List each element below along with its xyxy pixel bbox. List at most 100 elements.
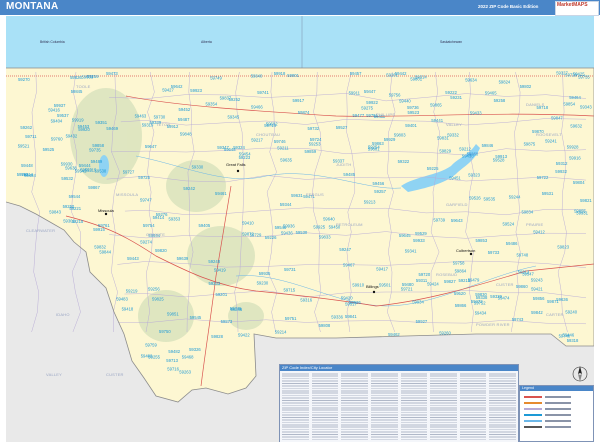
legend-swatch: [524, 414, 542, 416]
zip-code-label: 59728: [565, 72, 577, 77]
zip-code-label: 59827: [444, 279, 456, 284]
index-column: [370, 373, 398, 441]
zip-code-label: 59919: [72, 117, 84, 122]
zip-code-label: 59468: [182, 355, 194, 360]
legend-swatch: [524, 402, 542, 404]
zip-code-label: 59412: [533, 229, 545, 234]
index-column: [459, 373, 487, 441]
zip-code-label: 59256: [148, 287, 160, 292]
zip-code-label: 59341: [405, 249, 417, 254]
zip-code-label: 59460: [141, 354, 153, 359]
zip-code-label: 59330: [192, 164, 204, 169]
zip-code-label: 59447: [364, 89, 376, 94]
logo-text: MarketMAPS: [557, 2, 588, 8]
map-title: MONTANA: [6, 1, 59, 12]
zip-code-label: 59837: [220, 95, 232, 100]
zip-code-label: 59523: [408, 110, 420, 115]
zip-code-label: 59469: [106, 126, 118, 131]
zip-code-label: 59640: [323, 216, 335, 221]
zip-code-label: 59647: [145, 144, 157, 149]
zip-code-label: 59634: [465, 77, 477, 82]
zip-code-label: 59631: [291, 193, 303, 198]
zip-code-label: 59451: [449, 175, 461, 180]
zip-code-label: 59747: [140, 198, 152, 203]
zip-code-label: 59873: [221, 319, 233, 324]
zip-code-label: 59432: [66, 134, 78, 139]
zip-code-label: 59601: [368, 146, 380, 151]
zip-code-label: 59243: [531, 277, 543, 282]
province-label: Alberta: [201, 40, 212, 44]
zip-code-label: 59866: [455, 303, 467, 308]
legend-text: [545, 426, 571, 428]
zip-code-label: 59433: [470, 110, 482, 115]
zip-code-label: 59745: [230, 306, 242, 311]
zip-code-label: 59545: [190, 315, 202, 320]
zip-code-label: 59443: [127, 256, 139, 261]
zip-code-label: 59418: [122, 307, 134, 312]
zip-code-label: 59642: [171, 84, 183, 89]
zip-code-label: 59731: [284, 267, 296, 272]
county-label: DANIELS: [526, 102, 545, 107]
zip-code-label: 59931: [576, 211, 588, 216]
zip-code-label: 59442: [395, 71, 407, 76]
zip-code-label: 59871: [547, 299, 559, 304]
zip-code-label: 59473: [106, 71, 118, 76]
index-title: ZIP Code Index/City Locator: [280, 365, 518, 371]
zip-code-label: 59928: [567, 145, 579, 150]
zip-code-label: 59858: [92, 143, 104, 148]
zip-code-label: 59230: [257, 280, 269, 285]
zip-code-label: 59316: [300, 298, 312, 303]
zip-code-label: 59750: [159, 329, 171, 334]
zip-code-label: 59257: [374, 189, 386, 194]
zip-code-label: 59336: [331, 315, 343, 320]
zip-code-label: 59527: [336, 125, 348, 130]
north-arrow-icon: [572, 366, 588, 382]
map-frame: MONTANA 2022 ZIP Code Basic Edition Mark…: [0, 0, 600, 442]
zip-code-label: 59803: [394, 132, 406, 137]
zip-code-label: 59826: [70, 75, 82, 80]
zip-code-label: 59910: [352, 282, 364, 287]
zip-code-label: 59853: [476, 238, 488, 243]
zip-code-label: 59326: [189, 347, 201, 352]
publisher-logo: MarketMAPS: [555, 1, 599, 16]
county-label: ROOSEVELT: [536, 132, 562, 137]
legend-text: [545, 408, 571, 410]
zip-code-label: 59401: [405, 123, 417, 128]
zip-code-label: 59848: [180, 132, 192, 137]
zip-code-label: 59214: [275, 330, 287, 335]
zip-code-label: 59752: [474, 300, 486, 305]
zip-code-label: 59741: [257, 90, 269, 95]
zip-code-label: 59860: [516, 284, 528, 289]
city-dot: [236, 169, 240, 173]
zip-code-label: 59544: [69, 194, 81, 199]
zip-code-label: 59241: [545, 139, 557, 144]
zip-code-label: 59755: [578, 75, 590, 80]
zip-code-label: 59479: [468, 278, 480, 283]
zip-code-label: 59843: [49, 210, 61, 215]
zip-code-label: 59914: [21, 172, 33, 177]
zip-code-label: 59754: [143, 223, 155, 228]
zip-code-label: 59351: [95, 120, 107, 125]
zip-code-label: 59275: [361, 106, 373, 111]
zip-code-label: 59725: [138, 175, 150, 180]
city-label-culbertson: Culbertson: [456, 248, 475, 253]
zip-code-label: 59520: [454, 291, 466, 296]
zip-code-label: 59311: [416, 278, 428, 283]
zip-code-label: 59851: [167, 312, 179, 317]
edition-label: 2022 ZIP Code Basic Edition: [478, 4, 539, 9]
zip-code-label: 59715: [284, 288, 296, 293]
zip-code-label: 59489: [91, 159, 103, 164]
county-label: PETROLEUM: [336, 222, 363, 227]
county-label: TOOLE: [76, 84, 91, 89]
zip-code-label: 59486: [506, 241, 518, 246]
zip-code-label: 59913: [495, 154, 507, 159]
zip-code-label: 59332: [447, 133, 459, 138]
zip-code-label: 59301: [63, 218, 75, 223]
zip-code-label: 59756: [389, 92, 401, 97]
zip-code-label: 59417: [376, 267, 388, 272]
county-label: ROSEBUD: [436, 272, 457, 277]
zip-code-label: 59854: [563, 102, 575, 107]
county-label: IDAHO: [56, 312, 70, 317]
zip-code-label: 59258: [494, 98, 506, 103]
zip-code-label: 59727: [123, 170, 135, 175]
